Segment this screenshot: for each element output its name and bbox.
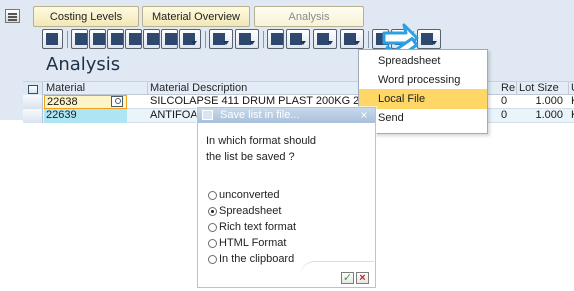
sap-analysis-window: Costing Levels Material Overview Analysi… xyxy=(0,0,574,291)
toolbar-separator xyxy=(205,31,206,48)
row-selector[interactable] xyxy=(23,109,43,123)
views-button[interactable] xyxy=(286,29,310,49)
radio-icon[interactable] xyxy=(208,255,217,264)
menu-item-send[interactable]: Send xyxy=(359,108,487,128)
subtotal-button[interactable] xyxy=(235,29,259,49)
radio-label: unconverted xyxy=(219,189,280,201)
radio-label: Spreadsheet xyxy=(219,205,282,217)
page-title: Analysis xyxy=(46,54,121,75)
find-icon xyxy=(147,33,159,45)
chevron-down-icon xyxy=(191,41,197,45)
radio-spreadsheet[interactable]: Spreadsheet xyxy=(208,204,358,219)
value-help-icon[interactable] xyxy=(111,96,123,107)
dialog-title: Save list in file... xyxy=(220,109,300,121)
material-cell[interactable]: 22639 xyxy=(44,109,127,123)
tab-analysis[interactable]: Analysis xyxy=(254,6,364,27)
menu-item-local-file[interactable]: Local File xyxy=(359,89,487,109)
check-icon: ✓ xyxy=(342,272,353,284)
radio-selected-icon[interactable] xyxy=(208,207,217,216)
column-header-material-description[interactable]: Material Description xyxy=(148,82,380,96)
menu-item-word-processing[interactable]: Word processing xyxy=(359,70,487,90)
find-next-icon xyxy=(165,33,177,45)
chevron-down-icon xyxy=(300,41,306,45)
radio-label: Rich text format xyxy=(219,221,297,233)
lot-size-cell[interactable]: 1.000 xyxy=(517,109,569,123)
chevron-down-icon xyxy=(327,41,333,45)
cancel-icon: × xyxy=(359,272,366,284)
export-menu: Spreadsheet Word processing Local File S… xyxy=(358,49,488,134)
menu-item-spreadsheet[interactable]: Spreadsheet xyxy=(359,51,487,71)
find-button[interactable] xyxy=(143,29,160,49)
print-preview-icon xyxy=(271,33,283,45)
layout-menu-button[interactable] xyxy=(417,29,441,49)
toolbar-separator xyxy=(263,31,264,48)
unit-cell[interactable]: KG xyxy=(569,95,574,109)
radio-unconverted[interactable]: unconverted xyxy=(208,188,358,203)
radio-html-format[interactable]: HTML Format xyxy=(208,236,358,251)
tab-costing-levels[interactable]: Costing Levels xyxy=(33,6,139,27)
details-button[interactable] xyxy=(42,29,63,49)
details-icon xyxy=(46,33,58,45)
radio-icon[interactable] xyxy=(208,239,217,248)
layout-button[interactable] xyxy=(125,29,142,49)
window-icon xyxy=(202,110,213,120)
filter-menu-button[interactable] xyxy=(179,29,201,49)
chevron-down-icon xyxy=(249,41,255,45)
cancel-button[interactable]: × xyxy=(356,272,369,284)
unit-cell[interactable]: KG xyxy=(569,109,574,123)
chevron-down-icon xyxy=(431,41,437,45)
select-all-icon[interactable] xyxy=(23,82,43,96)
column-header-material[interactable]: Material xyxy=(44,82,148,96)
sort-descending-icon xyxy=(111,33,123,45)
chevron-down-icon xyxy=(223,41,229,45)
export-button[interactable] xyxy=(313,29,337,49)
table-header: Material Material Description Re Lot Siz… xyxy=(23,81,574,96)
sort-ascending-button[interactable] xyxy=(71,29,88,49)
lot-size-cell[interactable]: 1.000 xyxy=(517,95,569,109)
sort-descending-button[interactable] xyxy=(107,29,124,49)
menu-icon[interactable] xyxy=(5,9,20,23)
radio-icon[interactable] xyxy=(208,223,217,232)
column-header-lot-size[interactable]: Lot Size xyxy=(517,82,569,96)
filter-button[interactable] xyxy=(89,29,106,49)
sum-button[interactable] xyxy=(209,29,233,49)
confirm-button[interactable]: ✓ xyxy=(341,272,354,284)
toolbar-separator xyxy=(67,31,68,48)
print-preview-button[interactable] xyxy=(267,29,284,49)
row-selector[interactable] xyxy=(23,95,43,109)
find-next-button[interactable] xyxy=(161,29,178,49)
filter-icon xyxy=(93,33,105,45)
re-cell[interactable]: 0 xyxy=(499,95,517,109)
radio-rich-text-format[interactable]: Rich text format xyxy=(208,220,358,235)
dialog-title-bar: Save list in file... × xyxy=(198,108,375,123)
tab-material-overview[interactable]: Material Overview xyxy=(142,6,250,27)
dialog-prompt: In which format should the list be saved… xyxy=(206,135,317,163)
sort-ascending-icon xyxy=(75,33,87,45)
close-icon[interactable]: × xyxy=(359,108,369,122)
column-header-re[interactable]: Re xyxy=(499,82,517,96)
re-cell[interactable]: 0 xyxy=(499,109,517,123)
radio-label: HTML Format xyxy=(219,237,287,249)
radio-label: In the clipboard xyxy=(219,253,295,265)
radio-icon[interactable] xyxy=(208,191,217,200)
save-list-dialog: Save list in file... × In which format s… xyxy=(197,107,376,288)
layout-icon xyxy=(129,33,141,45)
column-header-unit[interactable]: Un xyxy=(569,82,574,96)
